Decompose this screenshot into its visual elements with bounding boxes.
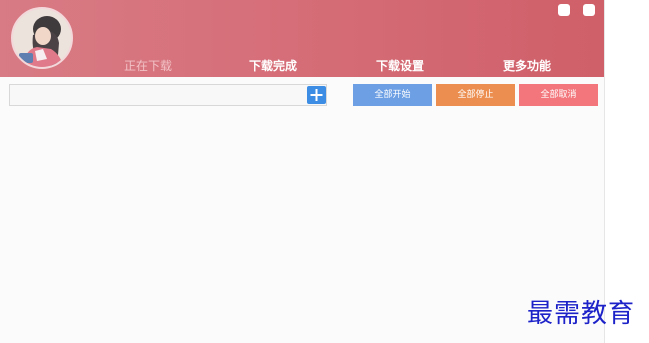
start-all-button[interactable]: 全部开始 [353, 84, 432, 106]
tab-completed[interactable]: 下载完成 [249, 57, 297, 74]
header-bar: 正在下载 下载完成 下载设置 更多功能 [0, 0, 604, 77]
watermark-text: 最需教育 [527, 299, 636, 329]
tab-downloading[interactable]: 正在下载 [124, 57, 172, 74]
cancel-all-button[interactable]: 全部取消 [519, 84, 598, 106]
url-input-container [9, 84, 327, 106]
close-button[interactable] [583, 4, 595, 16]
url-input[interactable] [10, 85, 302, 105]
tab-download-settings[interactable]: 下载设置 [376, 57, 424, 74]
avatar-illustration [13, 9, 71, 67]
user-avatar[interactable] [11, 7, 73, 69]
tab-more-features[interactable]: 更多功能 [503, 57, 551, 74]
plus-icon [310, 89, 323, 101]
stop-all-button[interactable]: 全部停止 [436, 84, 515, 106]
minimize-button[interactable] [558, 4, 570, 16]
add-task-button[interactable] [307, 86, 326, 104]
download-list-area [4, 112, 603, 343]
download-manager-window: 正在下载 下载完成 下载设置 更多功能 全部开始 全部停止 全部取消 [0, 0, 605, 343]
